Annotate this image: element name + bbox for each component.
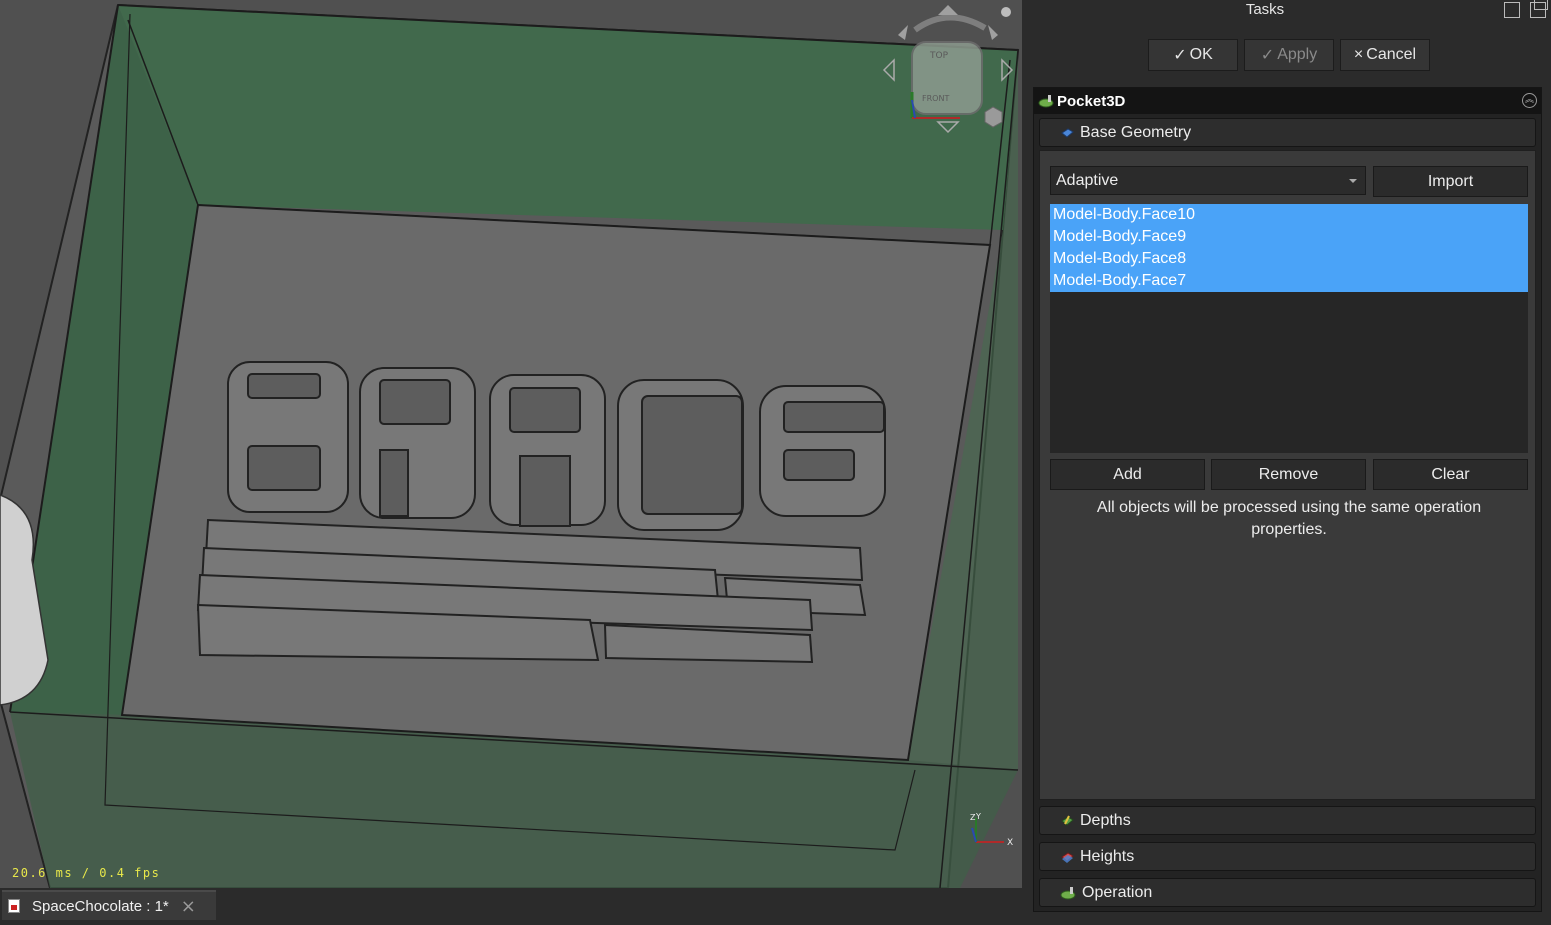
axis-x-label: X — [1007, 838, 1013, 848]
close-icon: × — [1353, 46, 1364, 63]
depths-icon — [1061, 815, 1074, 826]
axis-y-label: Y — [975, 812, 981, 821]
list-item[interactable]: Model-Body.Face9 — [1050, 226, 1528, 248]
collapse-icon[interactable]: ︽ — [1522, 93, 1537, 108]
base-geometry-icon — [1061, 127, 1074, 138]
check-icon: ✓ — [1173, 47, 1187, 64]
list-item[interactable]: Model-Body.Face8 — [1050, 248, 1528, 270]
document-tab-label: SpaceChocolate : 1* — [32, 897, 169, 915]
navcube-top-label: TOP — [929, 51, 949, 61]
import-button[interactable]: Import — [1373, 166, 1528, 197]
tasks-panel: Tasks ✓ OK ✓ Apply × Cancel Pocket3D ︽ B… — [1022, 0, 1551, 925]
section-label: Operation — [1082, 883, 1153, 901]
cancel-button[interactable]: × Cancel — [1340, 39, 1430, 71]
pocket3d-panel: Pocket3D ︽ Base Geometry Adaptive Import… — [1033, 87, 1542, 912]
axis-z-label: Z — [970, 813, 976, 822]
document-icon — [8, 899, 20, 913]
pocket-icon — [1038, 95, 1054, 108]
add-button[interactable]: Add — [1050, 459, 1205, 490]
fps-readout: 20.6 ms / 0.4 fps — [12, 866, 161, 880]
panel-title: Pocket3D — [1057, 92, 1126, 110]
section-heights[interactable]: Heights — [1039, 842, 1536, 871]
apply-button[interactable]: ✓ Apply — [1244, 39, 1334, 71]
chevron-down-icon — [1349, 179, 1357, 183]
undock-panel-icon[interactable] — [1530, 0, 1548, 18]
geometry-list[interactable]: Model-Body.Face10 Model-Body.Face9 Model… — [1050, 204, 1528, 453]
check-icon: ✓ — [1260, 47, 1275, 64]
tasks-title: Tasks — [1245, 1, 1285, 18]
3d-viewport[interactable]: TOP FRONT X Y Z 20.6 ms / 0.4 fps — [0, 0, 1022, 888]
info-text: All objects will be processed using the … — [1096, 499, 1482, 538]
list-item[interactable]: Model-Body.Face7 — [1050, 270, 1528, 292]
section-label: Depths — [1080, 811, 1131, 829]
operation-icon — [1060, 886, 1076, 899]
section-base-geometry[interactable]: Base Geometry — [1039, 118, 1536, 147]
section-operation[interactable]: Operation — [1039, 878, 1536, 907]
document-tab-bar: SpaceChocolate : 1* × — [0, 888, 1022, 925]
pocket3d-header[interactable]: Pocket3D ︽ — [1034, 88, 1541, 114]
document-tab[interactable]: SpaceChocolate : 1* × — [2, 890, 216, 920]
apply-label: Apply — [1277, 46, 1318, 63]
space-model — [196, 361, 886, 664]
navcube-front-label: FRONT — [922, 94, 949, 103]
section-label: Base Geometry — [1080, 123, 1192, 141]
base-geometry-body: Adaptive Import Model-Body.Face10 Model-… — [1039, 150, 1536, 800]
clear-button[interactable]: Clear — [1373, 459, 1528, 490]
ok-label: OK — [1189, 46, 1213, 63]
geometry-type-value: Adaptive — [1056, 171, 1119, 189]
model-scene[interactable]: TOP FRONT X Y Z — [0, 0, 1022, 888]
section-depths[interactable]: Depths — [1039, 806, 1536, 835]
geometry-type-select[interactable]: Adaptive — [1050, 166, 1366, 195]
remove-button[interactable]: Remove — [1211, 459, 1366, 490]
cancel-label: Cancel — [1366, 46, 1417, 63]
heights-icon — [1061, 851, 1074, 863]
ok-button[interactable]: ✓ OK — [1148, 39, 1238, 71]
close-icon[interactable]: × — [181, 896, 196, 917]
section-label: Heights — [1080, 847, 1135, 865]
float-panel-icon[interactable] — [1504, 2, 1520, 18]
list-item[interactable]: Model-Body.Face10 — [1050, 204, 1528, 226]
